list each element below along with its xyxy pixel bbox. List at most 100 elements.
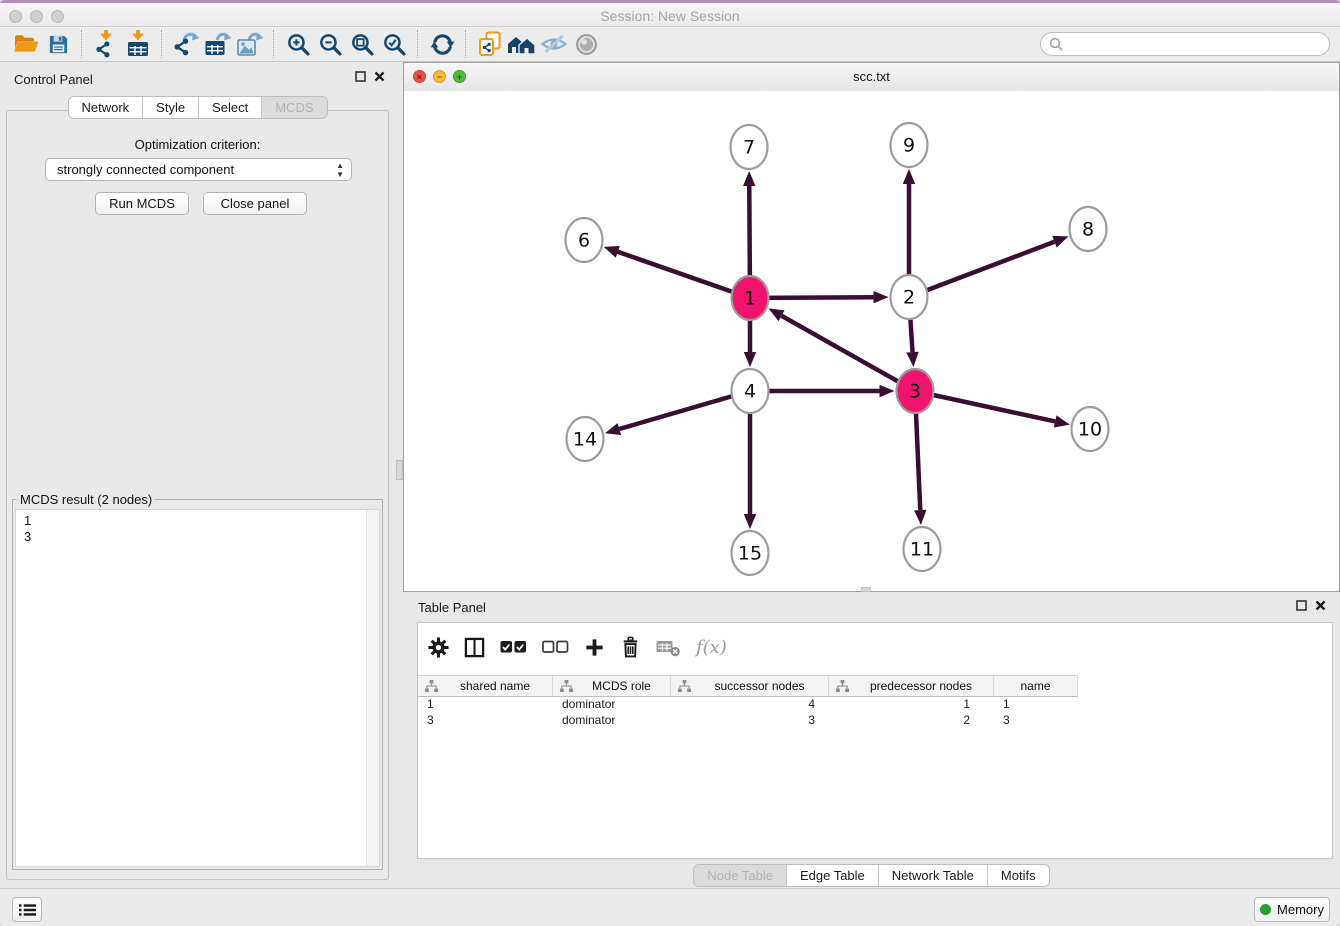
column-header-successor-nodes[interactable]: successor nodes bbox=[671, 676, 829, 696]
graph-edge-4-14[interactable] bbox=[605, 391, 750, 435]
zoom-selected-icon[interactable] bbox=[378, 29, 410, 59]
table-cell: 3 bbox=[994, 712, 1078, 728]
tab-mcds[interactable]: MCDS bbox=[262, 97, 326, 118]
open-session-icon[interactable] bbox=[10, 29, 42, 59]
delete-table-icon[interactable] bbox=[656, 637, 681, 658]
clone-network-icon[interactable] bbox=[474, 29, 506, 59]
network-canvas-svg: 7 9 6 8 1 2 4 3 14 10 15 11 bbox=[404, 91, 1339, 592]
graph-node-10[interactable]: 10 bbox=[1072, 407, 1109, 451]
column-header-predecessor-nodes[interactable]: predecessor nodes bbox=[829, 676, 994, 696]
control-panel-title: Control Panel bbox=[14, 72, 93, 87]
optimization-criterion-value: strongly connected component bbox=[57, 162, 234, 177]
table-row[interactable]: 1dominator411 bbox=[418, 696, 1332, 712]
table-panel: Table Panel bbox=[403, 592, 1340, 888]
export-image-icon[interactable] bbox=[234, 29, 266, 59]
show-column-panel-icon[interactable] bbox=[464, 637, 485, 658]
toolbar-separator bbox=[465, 30, 467, 58]
deselect-all-columns-icon[interactable] bbox=[542, 639, 569, 655]
table-settings-gear-icon[interactable] bbox=[428, 637, 449, 658]
export-network-icon[interactable] bbox=[170, 29, 202, 59]
mcds-result-text[interactable]: 1 3 bbox=[16, 510, 367, 866]
tab-motifs[interactable]: Motifs bbox=[988, 865, 1049, 886]
column-header-mcds-role[interactable]: MCDS role bbox=[553, 676, 671, 696]
graph-node-7[interactable]: 7 bbox=[731, 125, 768, 169]
nested-network-home-icon[interactable] bbox=[506, 29, 538, 59]
create-column-plus-icon[interactable] bbox=[584, 637, 605, 658]
graph-edge-1-2[interactable] bbox=[750, 291, 889, 303]
vertical-splitter-handle[interactable] bbox=[396, 460, 403, 480]
network-view-window: × − + scc.txt 7 9 6 8 1 2 4 3 14 10 15 11 bbox=[403, 62, 1340, 592]
toolbar-separator bbox=[161, 30, 163, 58]
search-input[interactable] bbox=[1067, 34, 1321, 54]
select-all-columns-icon[interactable] bbox=[500, 639, 527, 655]
mcds-result-group: MCDS result (2 nodes) 1 3 bbox=[12, 492, 383, 870]
column-header-shared-name[interactable]: shared name bbox=[418, 676, 553, 696]
graph-node-15[interactable]: 15 bbox=[732, 531, 769, 575]
task-history-button[interactable] bbox=[12, 897, 42, 922]
optimization-criterion-select[interactable]: strongly connected component ▲▼ bbox=[45, 158, 352, 181]
float-table-panel-icon[interactable] bbox=[1296, 600, 1307, 611]
graph-node-4[interactable]: 4 bbox=[732, 369, 769, 413]
show-graphics-details-eye-icon[interactable] bbox=[570, 29, 602, 59]
svg-text:3: 3 bbox=[909, 381, 921, 403]
zoom-out-icon[interactable] bbox=[314, 29, 346, 59]
tab-network-table[interactable]: Network Table bbox=[879, 865, 988, 886]
svg-text:6: 6 bbox=[578, 230, 590, 252]
graph-node-3[interactable]: 3 bbox=[897, 369, 934, 413]
graph-node-9[interactable]: 9 bbox=[891, 123, 928, 167]
refresh-layout-icon[interactable] bbox=[426, 29, 458, 59]
graph-node-2[interactable]: 2 bbox=[891, 275, 928, 319]
zoom-in-icon[interactable] bbox=[282, 29, 314, 59]
table-cell: 4 bbox=[671, 696, 829, 712]
close-panel-icon[interactable] bbox=[374, 71, 385, 82]
hide-details-eye-slash-icon[interactable] bbox=[538, 29, 570, 59]
main-toolbar bbox=[0, 27, 1340, 62]
status-bar: Memory bbox=[0, 888, 1340, 926]
graph-node-6[interactable]: 6 bbox=[566, 218, 603, 262]
run-mcds-button[interactable]: Run MCDS bbox=[95, 192, 189, 215]
graph-edge-3-10[interactable] bbox=[915, 391, 1070, 427]
tab-node-table[interactable]: Node Table bbox=[694, 865, 787, 886]
tab-select[interactable]: Select bbox=[199, 97, 262, 118]
graph-node-8[interactable]: 8 bbox=[1070, 207, 1107, 251]
column-header-name[interactable]: name bbox=[994, 676, 1078, 696]
function-builder-icon[interactable]: f(x) bbox=[696, 637, 727, 658]
table-row[interactable]: 3dominator323 bbox=[418, 712, 1332, 728]
table-cell: dominator bbox=[553, 712, 671, 728]
network-canvas[interactable]: 7 9 6 8 1 2 4 3 14 10 15 11 bbox=[404, 91, 1339, 591]
tab-network[interactable]: Network bbox=[68, 97, 143, 118]
mcds-result-title: MCDS result (2 nodes) bbox=[17, 492, 155, 507]
mcds-result-scrollbar[interactable] bbox=[366, 510, 379, 866]
table-body: 1dominator4113dominator323 bbox=[418, 696, 1332, 858]
graph-edge-3-1[interactable] bbox=[768, 308, 915, 391]
memory-button[interactable]: Memory bbox=[1254, 897, 1330, 922]
close-table-panel-icon[interactable] bbox=[1315, 600, 1326, 611]
application-window: Session: New Session bbox=[0, 0, 1340, 926]
svg-text:15: 15 bbox=[738, 543, 762, 565]
graph-node-11[interactable]: 11 bbox=[904, 527, 941, 571]
table-panel-title: Table Panel bbox=[418, 600, 486, 615]
tab-style[interactable]: Style bbox=[143, 97, 199, 118]
export-table-icon[interactable] bbox=[202, 29, 234, 59]
delete-column-trash-icon[interactable] bbox=[620, 636, 641, 659]
graph-node-14[interactable]: 14 bbox=[567, 417, 604, 461]
float-panel-icon[interactable] bbox=[355, 71, 366, 82]
control-panel: Control Panel NetworkStyleSelectMCDS Opt… bbox=[0, 62, 395, 884]
graph-edge-4-3[interactable] bbox=[750, 385, 895, 397]
import-network-icon[interactable] bbox=[90, 29, 122, 59]
graph-edge-1-6[interactable] bbox=[604, 246, 750, 298]
zoom-fit-icon[interactable] bbox=[346, 29, 378, 59]
svg-text:7: 7 bbox=[743, 137, 755, 159]
graph-node-1[interactable]: 1 bbox=[732, 276, 769, 320]
svg-text:11: 11 bbox=[910, 539, 934, 561]
table-toolbar: f(x) bbox=[428, 629, 727, 665]
close-panel-button[interactable]: Close panel bbox=[203, 192, 307, 215]
column-header-label: successor nodes bbox=[691, 679, 828, 693]
svg-text:1: 1 bbox=[744, 288, 756, 310]
tab-edge-table[interactable]: Edge Table bbox=[787, 865, 879, 886]
column-header-label: MCDS role bbox=[573, 679, 670, 693]
network-window-titlebar[interactable]: × − + scc.txt bbox=[404, 63, 1339, 92]
import-table-icon[interactable] bbox=[122, 29, 154, 59]
graph-edge-2-8[interactable] bbox=[909, 236, 1069, 297]
save-session-icon[interactable] bbox=[42, 29, 74, 59]
